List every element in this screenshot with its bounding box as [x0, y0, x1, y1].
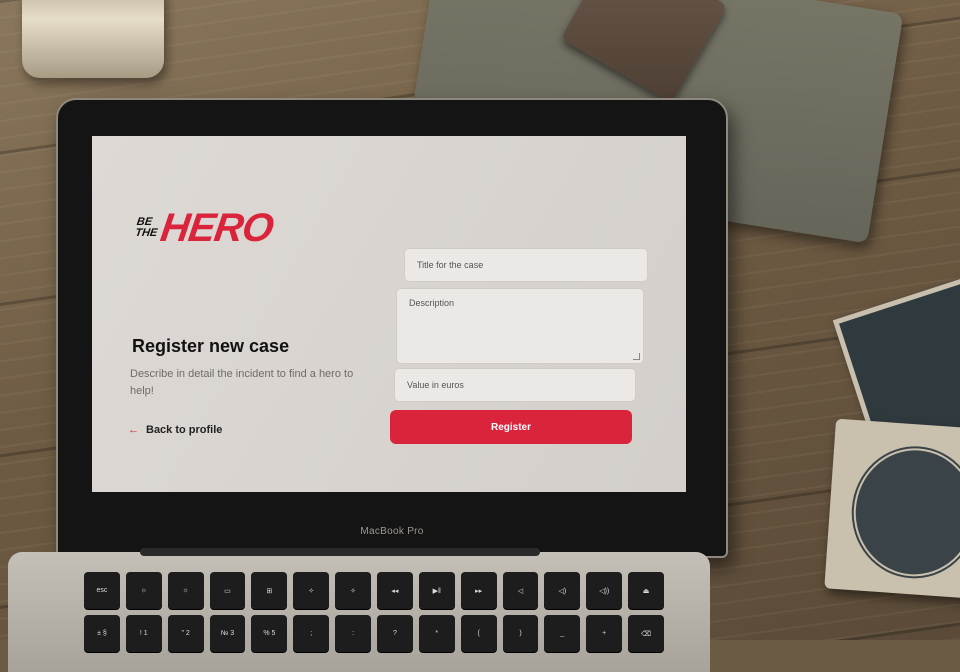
page-description: Describe in detail the incident to find … [130, 368, 354, 397]
logo-line-the: THE [134, 227, 159, 239]
keyboard-key: ( [460, 615, 497, 652]
laptop-model-label: MacBook Pro [360, 526, 424, 537]
keyboard-key: : [335, 615, 371, 652]
keyboard-key: ± § [84, 615, 120, 652]
keyboard-key: ; [293, 615, 330, 652]
case-title-placeholder: Title for the case [417, 260, 484, 270]
candle-jar [22, 0, 164, 78]
back-to-profile-link[interactable]: ← Back to profile [128, 424, 222, 436]
back-link-label: Back to profile [146, 424, 223, 436]
keyboard-key: " 2 [167, 615, 204, 652]
case-value-placeholder: Value in euros [407, 380, 464, 390]
keyboard-key: ▶‖ [418, 572, 455, 609]
keyboard-key: ☼ [167, 572, 204, 609]
keyboard: esc ☼ ☼ ▭ ⊞ ✧ ✧ ◂◂ ▶‖ ▸▸ ◁ ◁) ◁)) ⏏ ± § … [84, 572, 664, 652]
keyboard-key: ⌫ [628, 615, 664, 652]
keyboard-key: ◁ [502, 572, 539, 609]
app-screen: BE THE HERO Register new case Describe i… [92, 136, 686, 492]
arrow-left-icon: ← [128, 424, 139, 436]
keyboard-key: ) [502, 615, 539, 652]
keyboard-key: ☼ [125, 572, 162, 609]
case-value-input[interactable]: Value in euros [394, 368, 636, 402]
logo-small-text: BE THE [134, 216, 159, 239]
keyboard-key: ◁)) [586, 572, 623, 609]
keyboard-key: ✧ [293, 572, 330, 609]
laptop-hinge [140, 548, 540, 556]
keyboard-key: % 5 [251, 615, 288, 652]
keyboard-key: ◂◂ [377, 572, 413, 609]
keyboard-key: ? [377, 615, 413, 652]
keyboard-key: ▸▸ [460, 572, 497, 609]
case-description-textarea[interactable]: Description [396, 288, 644, 364]
keyboard-key: _ [544, 615, 581, 652]
keyboard-key: ! 1 [125, 615, 162, 652]
keyboard-key: esc [84, 572, 120, 609]
case-title-input[interactable]: Title for the case [404, 248, 648, 282]
page-title: Register new case [132, 336, 290, 356]
keyboard-key: ▭ [209, 572, 246, 609]
resize-handle-icon[interactable] [633, 353, 640, 360]
keyboard-key: ⊞ [251, 572, 288, 609]
case-description-placeholder: Description [409, 298, 455, 308]
keyboard-key: + [586, 615, 623, 652]
be-the-hero-logo: BE THE HERO [133, 206, 276, 250]
logo-hero-text: HERO [157, 206, 276, 250]
keyboard-key: ✧ [335, 572, 371, 609]
keyboard-key: * [418, 615, 455, 652]
keyboard-key: ⏏ [628, 572, 664, 609]
register-button[interactable]: Register [390, 410, 632, 444]
keyboard-key: ◁) [544, 572, 581, 609]
coaster-light [824, 418, 960, 600]
keyboard-key: № 3 [209, 615, 246, 652]
